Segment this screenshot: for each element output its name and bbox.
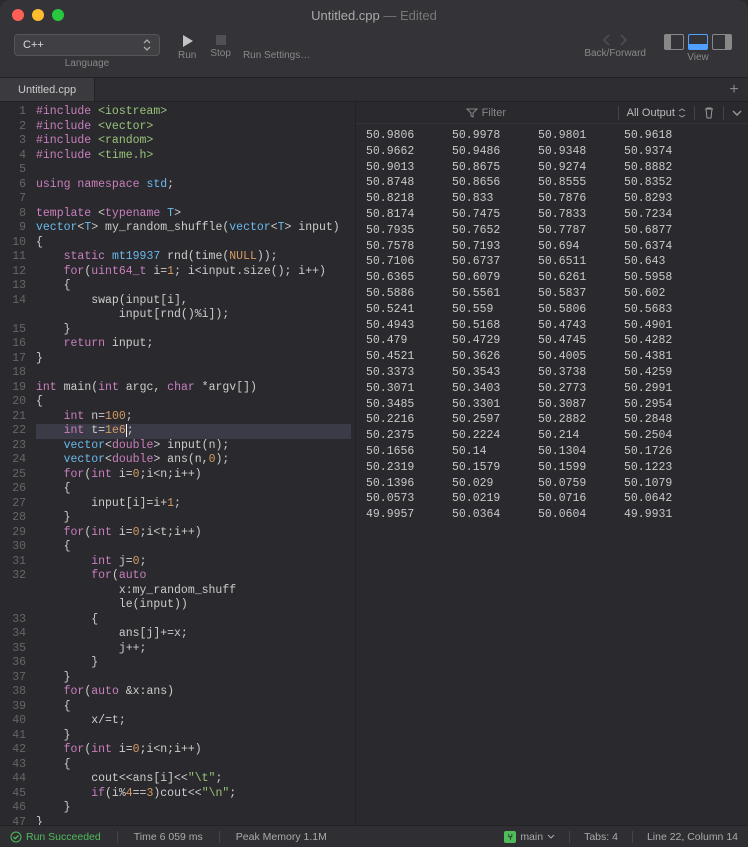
chevron-updown-icon [678, 108, 686, 118]
output-mode-dropdown[interactable]: All Output [627, 107, 686, 119]
output-pane: Filter All Output 50.980650.997850.98015… [355, 102, 748, 825]
label-run: Run [178, 50, 196, 61]
output-body[interactable]: 50.980650.997850.980150.961850.966250.94… [356, 124, 748, 825]
chevron-down-icon[interactable] [732, 109, 742, 117]
output-header: Filter All Output [356, 102, 748, 124]
forward-button[interactable] [618, 34, 628, 46]
label-language: Language [65, 58, 110, 69]
title-filename: Untitled.cpp [311, 8, 380, 23]
trash-icon[interactable] [703, 106, 715, 119]
titlebar: Untitled.cpp — Edited [0, 0, 748, 30]
output-mode-label: All Output [627, 107, 675, 119]
tab-untitled[interactable]: Untitled.cpp [0, 78, 95, 101]
toolbar: C++ Language Run Stop Run Settings… Back… [0, 30, 748, 78]
toggle-left-pane-icon[interactable] [664, 34, 684, 50]
language-selector[interactable]: C++ [14, 34, 160, 56]
editor[interactable]: 1234567891011121314151617181920212223242… [0, 102, 355, 825]
toggle-right-pane-icon[interactable] [712, 34, 732, 50]
language-value: C++ [23, 39, 44, 51]
window-title: Untitled.cpp — Edited [0, 8, 748, 23]
filter-placeholder: Filter [482, 107, 506, 119]
main-row: 1234567891011121314151617181920212223242… [0, 102, 748, 825]
stop-button [215, 34, 227, 46]
label-runsettings[interactable]: Run Settings… [243, 50, 310, 61]
gutter: 1234567891011121314151617181920212223242… [0, 102, 32, 825]
tab-label: Untitled.cpp [18, 84, 76, 96]
title-sep: — [380, 8, 400, 23]
title-state: Edited [400, 8, 437, 23]
statusbar: Run Succeeded Time 6 059 ms Peak Memory … [0, 825, 748, 847]
toggle-bottom-pane-icon[interactable] [688, 34, 708, 50]
label-view: View [687, 52, 709, 63]
run-button[interactable] [180, 34, 194, 48]
label-backfwd: Back/Forward [584, 48, 646, 59]
code-area[interactable]: #include <iostream>#include <vector>#inc… [32, 102, 355, 825]
tabbar: Untitled.cpp + [0, 78, 748, 102]
add-tab-button[interactable]: + [720, 78, 748, 101]
filter-input[interactable]: Filter [362, 107, 610, 119]
chevron-updown-icon [143, 39, 151, 51]
label-stop: Stop [210, 48, 231, 59]
filter-icon [466, 108, 478, 118]
back-button[interactable] [602, 34, 612, 46]
